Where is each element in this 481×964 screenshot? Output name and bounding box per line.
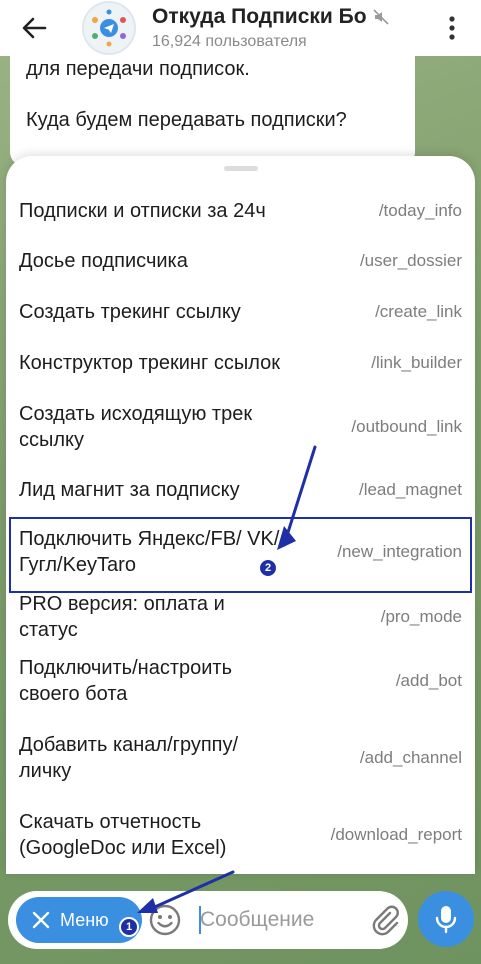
back-button[interactable] [0,0,68,56]
chat-header: Откуда Подписки Бо 16,924 пользователя [0,0,481,56]
command-description: Досье подписчика [19,250,188,272]
command-item-create-link[interactable]: Создать трекинг ссылку /create_link [6,297,475,327]
command-name: /outbound_link [351,417,462,436]
emoji-button[interactable] [148,903,182,937]
command-name: /lead_magnet [358,480,462,499]
command-name: /user_dossier [359,251,462,270]
command-item-download-report[interactable]: Скачать отчетность (GoogleDoc или Excel)… [6,807,475,863]
command-description: Создать исходящую трек ссылку [19,403,253,451]
back-arrow-icon [22,17,47,39]
message-input[interactable] [200,904,360,936]
close-icon [32,911,50,929]
command-item-pro-mode[interactable]: PRO версия: оплата и статус /pro_mode [6,593,475,641]
voice-record-button[interactable] [418,891,474,947]
command-name: /download_report [330,825,462,844]
command-description: Создать трекинг ссылку [19,301,241,323]
command-name: /create_link [375,302,462,321]
command-description: Скачать отчетность (GoogleDoc или Excel) [19,811,227,859]
command-name: /new_integration [337,542,462,561]
command-item-link-builder[interactable]: Конструктор трекинг ссылок /link_builder [6,348,475,378]
command-name: /link_builder [371,353,462,372]
message-text-line: для передачи подписок. [26,58,250,80]
command-item-user-dossier[interactable]: Досье подписчика /user_dossier [6,246,475,276]
command-item-add-bot[interactable]: Подключить/настроить своего бота /add_bo… [6,653,475,709]
sheet-drag-handle[interactable] [224,166,258,171]
more-menu-button[interactable] [437,12,467,44]
command-item-outbound-link[interactable]: Создать исходящую трек ссылку /outbound_… [6,399,475,455]
command-item-lead-magnet[interactable]: Лид магнит за подписку /lead_magnet [6,475,475,505]
mic-icon [435,906,457,934]
chat-title[interactable]: Откуда Подписки Бо [152,5,367,29]
command-item-add-channel[interactable]: Добавить канал/группу/ личку /add_channe… [6,730,475,786]
message-bubble: для передачи подписок. Куда будем переда… [10,56,415,166]
command-name: /add_channel [359,748,462,767]
paperclip-icon [372,905,399,936]
command-description: Лид магнит за подписку [19,479,240,501]
bot-avatar-icon [92,9,126,47]
command-description: Подписки и отписки за 24ч [19,200,266,222]
command-name: /today_info [378,201,462,220]
command-description: Добавить канал/группу/ личку [19,734,239,782]
command-name: /add_bot [395,671,462,690]
emoji-icon [149,904,181,936]
command-description: PRO версия: оплата и статус [19,593,225,641]
command-item-today-info[interactable]: Подписки и отписки за 24ч /today_info [6,196,475,226]
annotation-badge-1: 1 [119,917,139,937]
command-description: Подключить Яндекс/FB/ VK/Гугл/KeyTaro [19,528,280,576]
member-count: 16,924 пользователя [152,33,307,50]
mute-icon [372,9,389,25]
message-text-line: Куда будем передавать подписки? [26,109,347,131]
bot-commands-menu: Подписки и отписки за 24ч /today_info До… [6,156,475,874]
command-description: Подключить/настроить своего бота [19,657,232,705]
command-item-new-integration[interactable]: Подключить Яндекс/FB/ VK/Гугл/KeyTaro /n… [6,524,475,580]
menu-button-label: Меню [60,909,109,930]
annotation-badge-2: 2 [258,558,278,578]
more-vert-icon [449,16,455,40]
bot-avatar[interactable] [82,1,136,55]
command-name: /pro_mode [380,607,462,626]
command-description: Конструктор трекинг ссылок [19,352,280,374]
attach-button[interactable] [368,903,402,937]
